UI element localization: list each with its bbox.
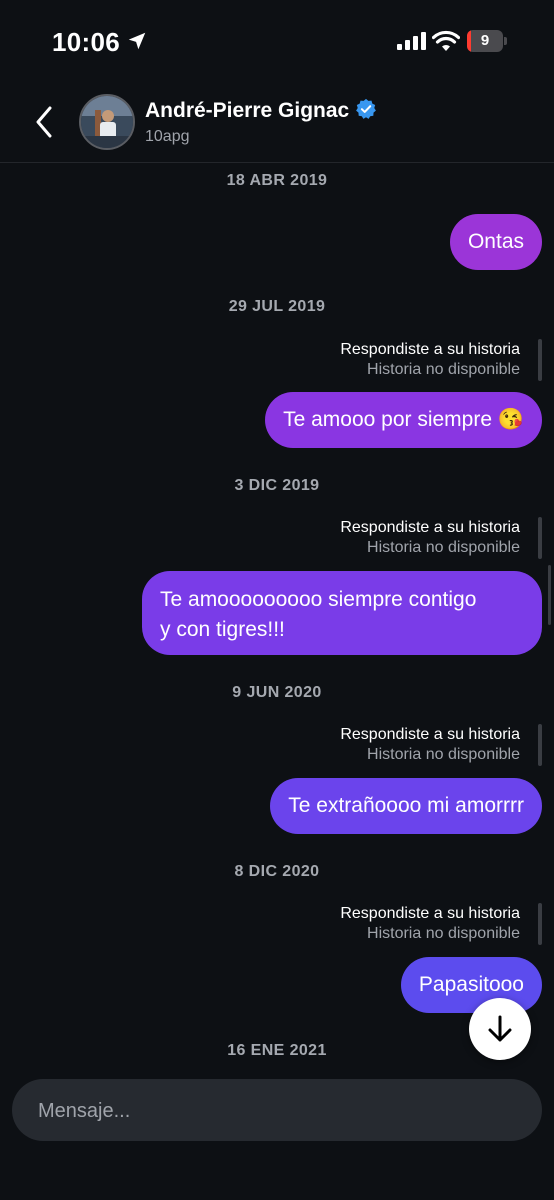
story-reply-label: Respondiste a su historia Historia no di… <box>340 904 520 944</box>
message-text: Te extrañoooo mi amorrrr <box>288 794 524 817</box>
contact-username: 10apg <box>145 128 190 145</box>
chat-header: André-Pierre Gignac 10apg <box>0 82 554 163</box>
date-separator: 18 ABR 2019 <box>226 172 328 189</box>
status-bar: 10:06 9 <box>0 0 554 82</box>
story-reply-label: Respondiste a su historia Historia no di… <box>340 518 520 558</box>
message-input[interactable] <box>36 1079 520 1143</box>
date-separator: 29 JUL 2019 <box>228 298 326 315</box>
scrollbar[interactable] <box>548 565 551 625</box>
story-reply-title: Respondiste a su historia <box>340 519 520 536</box>
message-text: Te amooo por siempre 😘 <box>283 408 524 431</box>
avatar-photo <box>81 96 133 148</box>
message-bubble[interactable]: Te amooooooooo siempre contigo y con tig… <box>142 571 542 655</box>
battery-icon: 9 <box>467 30 507 52</box>
battery-level: 9 <box>480 32 490 49</box>
contact-name[interactable]: André-Pierre Gignac <box>145 98 377 123</box>
message-composer <box>12 1079 542 1143</box>
date-separator: 16 ENE 2021 <box>227 1042 327 1059</box>
story-reply-bar <box>538 903 542 945</box>
story-unavailable-text: Historia no disponible <box>367 539 520 556</box>
message-text: Papasitooo <box>418 973 524 996</box>
message-text-line: Te amooooooooo siempre contigo <box>160 588 477 611</box>
story-reply-label: Respondiste a su historia Historia no di… <box>340 725 520 765</box>
message-bubble[interactable]: Te extrañoooo mi amorrrr <box>270 778 542 834</box>
story-reply-title: Respondiste a su historia <box>340 341 520 358</box>
avatar[interactable] <box>79 94 135 150</box>
story-unavailable-text: Historia no disponible <box>367 925 520 942</box>
story-reply-bar <box>538 517 542 559</box>
story-reply-title: Respondiste a su historia <box>340 905 520 922</box>
wifi-icon <box>432 30 460 51</box>
story-reply-title: Respondiste a su historia <box>340 726 520 743</box>
message-bubble[interactable]: Papasitooo <box>400 957 542 1013</box>
story-unavailable-text: Historia no disponible <box>367 361 520 378</box>
story-reply-label: Respondiste a su historia Historia no di… <box>340 340 520 380</box>
story-reply-bar <box>538 339 542 381</box>
arrow-down-icon <box>488 1015 512 1042</box>
story-reply-bar <box>538 724 542 766</box>
date-separator: 3 DIC 2019 <box>234 477 320 494</box>
back-chevron-icon[interactable] <box>30 104 58 140</box>
message-text-line: y con tigres!!! <box>160 618 285 641</box>
location-arrow-icon <box>128 32 146 50</box>
message-bubble[interactable]: Te amooo por siempre 😘 <box>265 392 542 448</box>
story-unavailable-text: Historia no disponible <box>367 746 520 763</box>
date-separator: 9 JUN 2020 <box>232 684 322 701</box>
message-bubble[interactable]: Ontas <box>449 214 542 270</box>
status-time: 10:06 <box>52 27 120 57</box>
verified-badge-icon <box>356 98 377 119</box>
contact-name-text: André-Pierre Gignac <box>145 99 350 122</box>
date-separator: 8 DIC 2020 <box>234 863 320 880</box>
cellular-signal-icon <box>397 32 426 50</box>
message-text: Ontas <box>467 230 524 253</box>
scroll-to-bottom-button[interactable] <box>469 998 531 1060</box>
